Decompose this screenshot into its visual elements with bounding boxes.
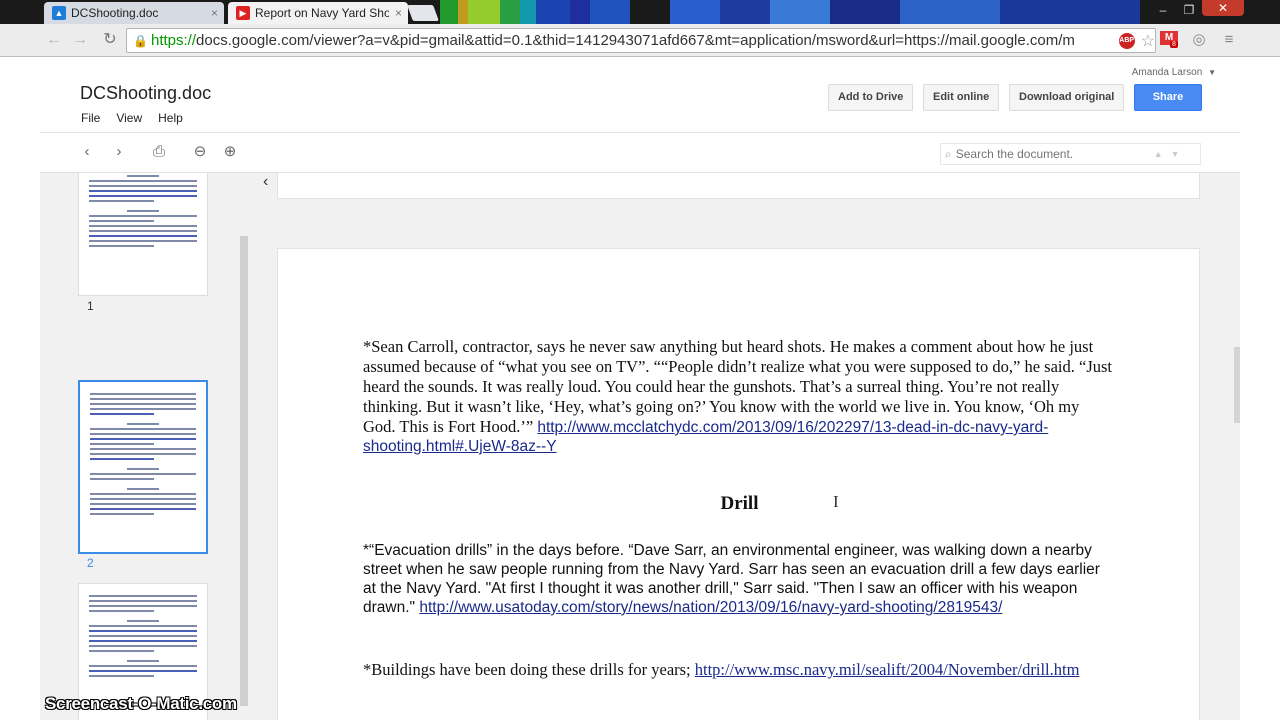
thumbnail-page-1[interactable] xyxy=(78,173,208,296)
viewer-toolbar: ‹ › ⎙ ⊖ ⊕ ⌕ ▲ ▼ xyxy=(40,133,1240,173)
window-right-margin xyxy=(1240,57,1280,720)
chevron-down-icon: ▼ xyxy=(1208,68,1216,77)
forward-icon[interactable]: → xyxy=(70,30,90,50)
tab-close-icon[interactable]: × xyxy=(395,6,402,20)
paragraph-buildings-drills: *Buildings have been doing these drills … xyxy=(363,660,1113,680)
page-thumbnails: 1 2 xyxy=(40,173,250,720)
docs-viewer: Amanda Larson ▼ DCShooting.doc File View… xyxy=(40,57,1240,720)
download-original-button[interactable]: Download original xyxy=(1009,84,1125,111)
browser-toolbar: ← → ↻ 🔒 https:// docs.google.com/viewer?… xyxy=(0,24,1280,57)
thumbnail-scrollbar[interactable] xyxy=(240,236,248,706)
url-scheme: https:// xyxy=(151,32,197,49)
minimize-icon[interactable]: – xyxy=(1150,2,1176,18)
address-bar[interactable]: 🔒 https:// docs.google.com/viewer?a=v&pi… xyxy=(126,28,1156,53)
tab-title: Report on Navy Yard Shoo xyxy=(255,6,389,20)
msc-navy-link[interactable]: http://www.msc.navy.mil/sealift/2004/Nov… xyxy=(695,660,1080,679)
url-text: docs.google.com/viewer?a=v&pid=gmail&att… xyxy=(196,32,1075,49)
account-menu[interactable]: Amanda Larson ▼ xyxy=(1132,67,1216,78)
new-tab-button[interactable] xyxy=(407,5,439,21)
collapse-thumbnails-icon[interactable]: ‹ xyxy=(263,173,268,191)
screen: { "browser": { "tabs": [ {"title": "DCSh… xyxy=(0,0,1280,720)
print-icon[interactable]: ⎙ xyxy=(150,143,168,161)
adblock-icon[interactable]: ABP xyxy=(1118,32,1135,49)
search-next-icon[interactable]: ▼ xyxy=(1171,149,1180,159)
tab-navy-yard-report[interactable]: ▶ Report on Navy Yard Shoo × xyxy=(228,2,408,24)
paragraph-sean-carroll: *Sean Carroll, contractor, says he never… xyxy=(363,337,1113,456)
add-to-drive-button[interactable]: Add to Drive xyxy=(828,84,914,111)
page-2: *Sean Carroll, contractor, says he never… xyxy=(277,248,1200,720)
page-1 xyxy=(277,173,1200,199)
reload-icon[interactable]: ↻ xyxy=(100,30,120,50)
document-area: ‹ *Sean Carroll, contractor, says he nev… xyxy=(250,173,1240,720)
page-number-2: 2 xyxy=(87,556,94,570)
paragraph-text: *Buildings have been doing these drills … xyxy=(363,660,695,679)
account-name: Amanda Larson xyxy=(1131,67,1203,78)
document-title: DCShooting.doc xyxy=(80,83,212,103)
menu-help[interactable]: Help xyxy=(158,111,183,125)
menu-icon[interactable]: ≡ xyxy=(1220,31,1238,49)
text-cursor-icon: I xyxy=(833,492,839,511)
extension-icon[interactable]: ◎ xyxy=(1190,31,1208,49)
usatoday-link[interactable]: http://www.usatoday.com/story/news/natio… xyxy=(419,599,1002,616)
browser-tab-strip: ▲ DCShooting.doc × ▶ Report on Navy Yard… xyxy=(0,0,1280,24)
menu-file[interactable]: File xyxy=(81,111,100,125)
youtube-icon: ▶ xyxy=(236,6,250,20)
thumbnail-page-2[interactable] xyxy=(78,380,208,554)
search-previous-icon[interactable]: ▲ xyxy=(1154,149,1163,159)
section-heading-drill: Drill xyxy=(720,493,759,514)
menu-view[interactable]: View xyxy=(116,111,142,125)
previous-page-icon[interactable]: ‹ xyxy=(78,143,96,161)
menu-bar: File View Help xyxy=(81,111,183,125)
document-search: ⌕ ▲ ▼ xyxy=(940,143,1201,165)
bookmark-star-icon[interactable]: ☆ xyxy=(1141,31,1155,51)
background-stripes xyxy=(440,0,1140,24)
document-scrollbar[interactable] xyxy=(1234,347,1240,423)
window-close-icon[interactable]: ✕ xyxy=(1202,0,1244,16)
back-icon[interactable]: ← xyxy=(44,30,64,50)
next-page-icon[interactable]: › xyxy=(110,143,128,161)
search-icon: ⌕ xyxy=(945,146,952,161)
tab-dcshooting[interactable]: ▲ DCShooting.doc × xyxy=(44,2,224,24)
gmail-unread-badge: 8 xyxy=(1170,41,1178,48)
paragraph-evacuation-drills: *“Evacuation drills” in the days before.… xyxy=(363,541,1113,617)
share-button[interactable]: Share xyxy=(1134,84,1202,111)
tab-title: DCShooting.doc xyxy=(71,6,159,20)
maximize-icon[interactable]: ❐ xyxy=(1176,2,1202,18)
zoom-out-icon[interactable]: ⊖ xyxy=(191,143,209,161)
tab-close-icon[interactable]: × xyxy=(211,6,218,20)
zoom-in-icon[interactable]: ⊕ xyxy=(221,143,239,161)
page-number-1: 1 xyxy=(87,299,94,313)
edit-online-button[interactable]: Edit online xyxy=(923,84,1000,111)
search-input[interactable] xyxy=(955,147,1146,161)
screencast-watermark: Screencast-O-Matic.com xyxy=(45,694,237,713)
window-left-margin xyxy=(0,57,40,720)
google-drive-icon: ▲ xyxy=(52,6,66,20)
lock-icon: 🔒 xyxy=(133,33,148,48)
